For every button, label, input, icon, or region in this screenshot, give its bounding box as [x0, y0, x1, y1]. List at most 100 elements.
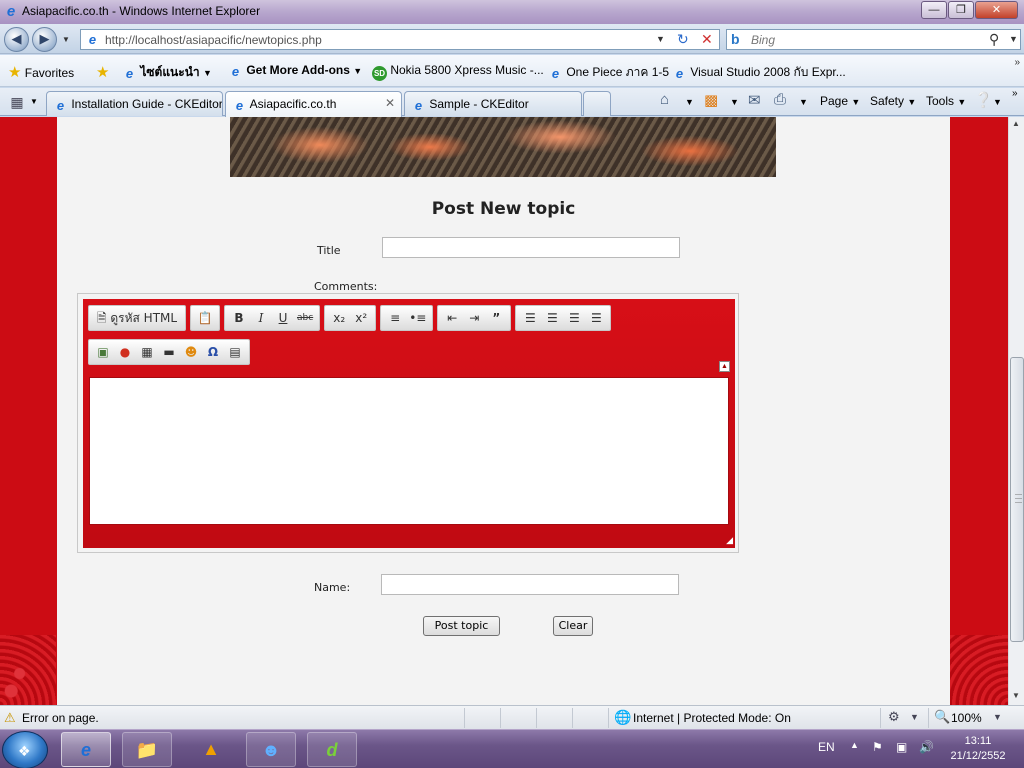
resize-handle-icon[interactable]: ◢	[726, 535, 733, 546]
start-button[interactable]: ❖	[2, 731, 48, 768]
system-clock[interactable]: 13:11 21/12/2552	[940, 734, 1016, 764]
strikethrough-icon[interactable]: abc	[294, 308, 316, 328]
windows-logo-icon: ❖	[18, 743, 31, 759]
collapse-toolbar-icon[interactable]: ▲	[719, 361, 730, 372]
table-icon[interactable]: ▦	[136, 342, 158, 362]
search-box[interactable]: b Bing ⚲ ▼	[726, 29, 1021, 50]
image-icon[interactable]: ▣	[92, 342, 114, 362]
italic-icon[interactable]: I	[250, 308, 272, 328]
show-hidden-icons[interactable]: ▲	[850, 740, 859, 750]
page-break-icon[interactable]: ▤	[224, 342, 246, 362]
fav-item-nokia[interactable]: SD Nokia 5800 Xpress Music -...	[372, 63, 544, 81]
restore-button[interactable]: ❐	[948, 1, 974, 19]
numbered-list-icon[interactable]: ≡	[384, 308, 406, 328]
refresh-icon[interactable]: ↻	[677, 31, 689, 48]
editor-content-area[interactable]	[89, 377, 729, 525]
search-placeholder[interactable]: Bing	[751, 33, 775, 47]
search-icon[interactable]: ⚲	[989, 31, 999, 48]
forward-button[interactable]: ▶	[32, 27, 57, 52]
back-button[interactable]: ◀	[4, 27, 29, 52]
quick-tabs-icon[interactable]: ▦	[6, 92, 28, 112]
close-button[interactable]: ✕	[975, 1, 1018, 19]
search-options-icon[interactable]: ▼	[1009, 34, 1018, 44]
print-icon[interactable]: ⎙	[774, 91, 786, 108]
tab-sample-ckeditor[interactable]: e Sample - CKEditor	[404, 91, 582, 116]
safety-menu[interactable]: Safety ▼	[870, 94, 916, 108]
source-button[interactable]: 🗎 ดูรหัส HTML	[92, 308, 182, 328]
favorites-button[interactable]: ★ Favorites	[8, 63, 74, 81]
minimize-button[interactable]: —	[921, 1, 947, 19]
indent-icon[interactable]: ⇥	[463, 308, 485, 328]
page-menu[interactable]: Page ▼	[820, 94, 860, 108]
outdent-icon[interactable]: ⇤	[441, 308, 463, 328]
feeds-icon[interactable]: ▩	[704, 91, 718, 109]
chevron-more-icon[interactable]: »	[1014, 57, 1020, 68]
fav-item-onepiece[interactable]: e One Piece ภาค 1-5	[548, 63, 669, 82]
address-bar[interactable]: e http://localhost/asiapacific/newtopics…	[80, 29, 720, 50]
tab-asiapacific[interactable]: e Asiapacific.co.th ✕	[225, 91, 402, 117]
volume-icon[interactable]: 🔊	[919, 740, 934, 754]
taskbar-ie-icon[interactable]: e	[61, 732, 111, 767]
chevron-more-icon[interactable]: »	[1012, 88, 1018, 99]
taskbar-explorer-icon[interactable]: 📁	[122, 732, 172, 767]
taskbar-messenger-icon[interactable]: ☻	[246, 732, 296, 767]
recent-pages-dropdown[interactable]: ▼	[62, 35, 70, 44]
security-zone[interactable]: Internet | Protected Mode: On	[633, 711, 791, 725]
error-status[interactable]: Error on page.	[22, 711, 99, 725]
name-input[interactable]	[381, 574, 679, 595]
scroll-thumb[interactable]: — — —	[1010, 357, 1024, 642]
smiley-icon[interactable]: ☻	[180, 342, 202, 362]
action-center-flag-icon[interactable]: ⚑	[872, 740, 883, 754]
fav-item-suggested-sites[interactable]: e ไซต์แนะนำ ▼	[122, 63, 212, 82]
align-left-icon[interactable]: ☰	[519, 308, 541, 328]
zoom-icon[interactable]: 🔍	[934, 709, 950, 725]
align-right-icon[interactable]: ☰	[563, 308, 585, 328]
toolbar-group-insert: ▣ ● ▦ ▬ ☻ Ω ▤	[88, 339, 250, 365]
protected-mode-icon[interactable]: ⚙	[888, 709, 900, 725]
fav-item-addons[interactable]: e Get More Add-ons ▼	[228, 63, 362, 79]
scroll-up-icon[interactable]: ▲	[1012, 119, 1020, 128]
tab-list-dropdown[interactable]: ▼	[30, 97, 38, 106]
url-text[interactable]: http://localhost/asiapacific/newtopics.p…	[105, 33, 322, 47]
align-center-icon[interactable]: ☰	[541, 308, 563, 328]
vertical-scrollbar[interactable]: ▲ — — — ▼	[1008, 117, 1024, 705]
tab-installation-guide[interactable]: e Installation Guide - CKEditor	[46, 91, 223, 116]
stop-icon[interactable]: ✕	[701, 31, 713, 48]
scroll-down-icon[interactable]: ▼	[1012, 691, 1020, 700]
close-tab-icon[interactable]: ✕	[385, 96, 395, 110]
warning-icon[interactable]: ⚠	[4, 710, 16, 726]
new-tab-button[interactable]	[583, 91, 611, 116]
print-dropdown-icon[interactable]: ▼	[799, 97, 808, 107]
justify-icon[interactable]: ☰	[585, 308, 607, 328]
underline-icon[interactable]: U	[272, 308, 294, 328]
fav-item-visualstudio[interactable]: e Visual Studio 2008 กับ Expr...	[672, 63, 846, 82]
tools-menu[interactable]: Tools ▼	[926, 94, 966, 108]
post-topic-button[interactable]: Post topic	[423, 616, 500, 636]
bold-icon[interactable]: B	[228, 308, 250, 328]
network-icon[interactable]: ▣	[896, 740, 907, 754]
help-dropdown-icon[interactable]: ▼	[993, 97, 1002, 107]
home-icon[interactable]: ⌂	[660, 91, 669, 108]
feeds-dropdown-icon[interactable]: ▼	[730, 97, 739, 107]
add-favorite-button[interactable]: ★	[96, 63, 109, 81]
paste-icon[interactable]: 📋	[194, 308, 216, 328]
address-dropdown-icon[interactable]: ▼	[656, 34, 665, 44]
taskbar-dreamweaver-icon[interactable]: d	[307, 732, 357, 767]
protected-mode-dropdown[interactable]: ▼	[910, 712, 919, 722]
language-indicator[interactable]: EN	[818, 740, 835, 754]
mail-icon[interactable]: ✉	[748, 91, 761, 109]
zoom-level[interactable]: 100%	[951, 711, 982, 725]
special-char-icon[interactable]: Ω	[202, 342, 224, 362]
title-input[interactable]	[382, 237, 680, 258]
clear-button[interactable]: Clear	[553, 616, 593, 636]
flash-icon[interactable]: ●	[114, 342, 136, 362]
zoom-dropdown-icon[interactable]: ▼	[993, 712, 1002, 722]
help-icon[interactable]: ❔	[974, 91, 993, 109]
blockquote-icon[interactable]: ”	[485, 308, 507, 328]
home-dropdown-icon[interactable]: ▼	[685, 97, 694, 107]
subscript-icon[interactable]: x₂	[328, 308, 350, 328]
horizontal-rule-icon[interactable]: ▬	[158, 342, 180, 362]
bulleted-list-icon[interactable]: •≡	[406, 308, 429, 328]
superscript-icon[interactable]: x²	[350, 308, 372, 328]
taskbar-winamp-icon[interactable]: ▲	[186, 732, 236, 767]
